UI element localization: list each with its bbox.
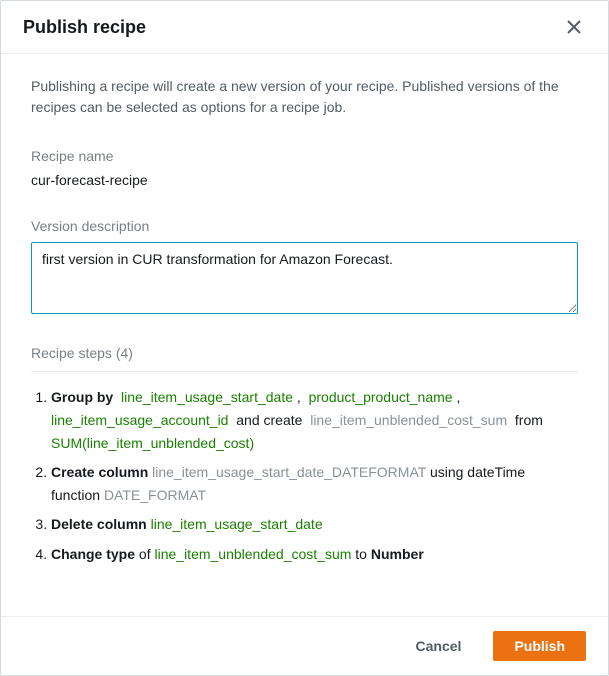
step-column: line_item_usage_start_date <box>151 516 323 532</box>
recipe-step: Delete column line_item_usage_start_date <box>51 513 578 536</box>
step-token: line_item_usage_start_date <box>121 389 293 405</box>
publish-button[interactable]: Publish <box>493 631 586 661</box>
step-column: line_item_usage_start_date_DATEFORMAT <box>152 464 426 480</box>
step-type: Number <box>371 546 424 562</box>
recipe-step: Change type of line_item_unblended_cost_… <box>51 543 578 566</box>
recipe-step: Group by line_item_usage_start_date , pr… <box>51 386 578 455</box>
step-text: from <box>515 412 543 428</box>
step-created-col: line_item_unblended_cost_sum <box>310 412 507 428</box>
recipe-name-label: Recipe name <box>31 148 578 164</box>
modal-body: Publishing a recipe will create a new ve… <box>1 54 608 616</box>
version-description-label: Version description <box>31 218 578 234</box>
step-token: product_product_name <box>309 389 453 405</box>
recipe-steps-list: Group by line_item_usage_start_date , pr… <box>31 386 578 566</box>
cancel-button[interactable]: Cancel <box>396 632 482 660</box>
modal-title: Publish recipe <box>23 17 146 38</box>
close-button[interactable] <box>562 15 586 39</box>
version-description-input[interactable] <box>31 242 578 314</box>
intro-text: Publishing a recipe will create a new ve… <box>31 76 578 118</box>
step-lead: Change type <box>51 546 135 562</box>
close-icon <box>566 19 582 35</box>
recipe-steps-header: Recipe steps (4) <box>31 345 578 372</box>
step-column: line_item_unblended_cost_sum <box>154 546 351 562</box>
step-text: and create <box>236 412 302 428</box>
step-token: line_item_usage_account_id <box>51 412 228 428</box>
step-lead: Group by <box>51 389 113 405</box>
step-text: to <box>355 546 367 562</box>
step-function: DATE_FORMAT <box>104 487 206 503</box>
publish-recipe-modal: Publish recipe Publishing a recipe will … <box>0 0 609 676</box>
modal-footer: Cancel Publish <box>1 616 608 675</box>
step-lead: Create column <box>51 464 148 480</box>
step-text: of <box>139 546 151 562</box>
recipe-step: Create column line_item_usage_start_date… <box>51 461 578 507</box>
recipe-name-value: cur-forecast-recipe <box>31 172 578 188</box>
step-lead: Delete column <box>51 516 147 532</box>
modal-header: Publish recipe <box>1 1 608 54</box>
step-aggregate: SUM(line_item_unblended_cost) <box>51 435 254 451</box>
